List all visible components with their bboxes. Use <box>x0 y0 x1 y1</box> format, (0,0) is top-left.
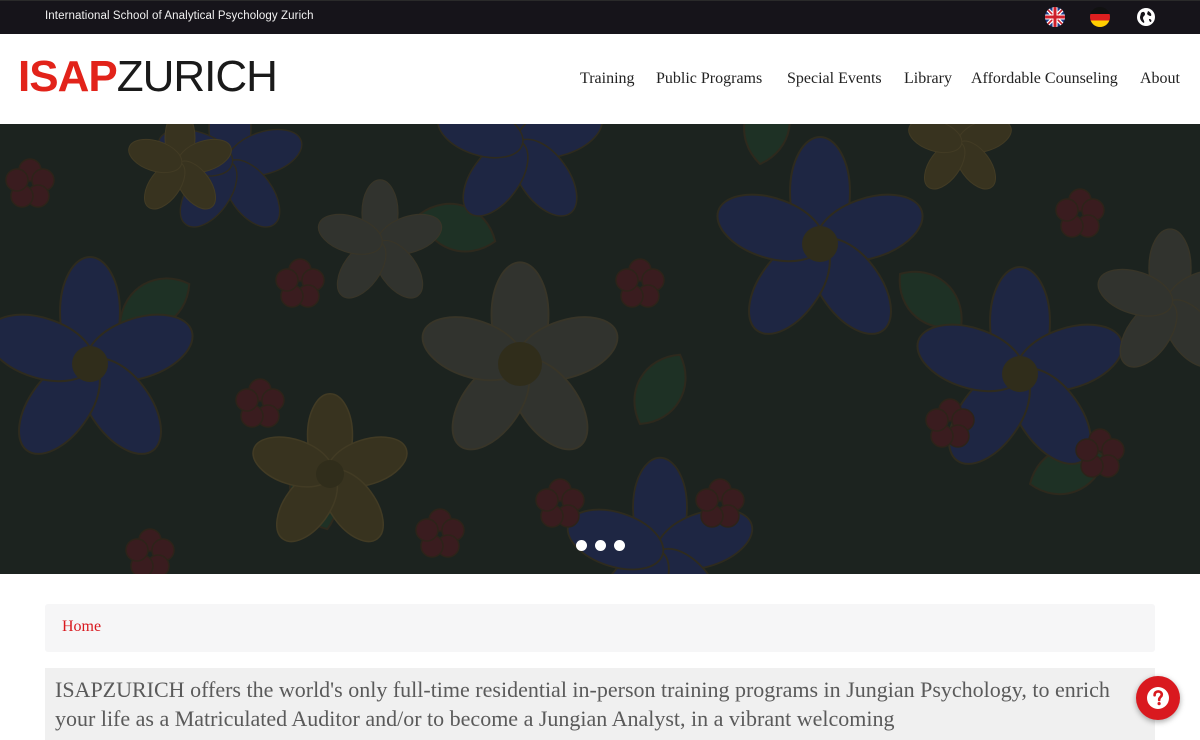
nav-library[interactable]: Library <box>904 68 952 90</box>
uk-flag-icon[interactable] <box>1045 7 1065 27</box>
carousel-dot-1[interactable] <box>576 540 587 551</box>
nav-public-programs[interactable]: Public Programs <box>656 68 762 90</box>
nav-special-events[interactable]: Special Events <box>787 68 882 90</box>
germany-flag-icon[interactable] <box>1090 7 1110 27</box>
breadcrumb: Home <box>45 604 1155 652</box>
carousel-dot-2[interactable] <box>595 540 606 551</box>
hero-floral-image <box>0 124 1200 574</box>
breadcrumb-home[interactable]: Home <box>62 618 101 636</box>
carousel-indicators <box>0 540 1200 552</box>
hero-carousel[interactable] <box>0 124 1200 574</box>
intro-text: ISAPZURICH offers the world's only full-… <box>55 677 1110 731</box>
globe-icon[interactable] <box>1136 7 1156 27</box>
intro-section: ISAPZURICH offers the world's only full-… <box>45 668 1155 740</box>
top-bar: International School of Analytical Psych… <box>0 0 1200 34</box>
help-button[interactable] <box>1136 676 1180 720</box>
question-icon <box>1147 687 1169 709</box>
site-header: ISAPZURICH Training Public Programs Spec… <box>0 34 1200 124</box>
main-nav: Training Public Programs Special Events … <box>0 68 1200 90</box>
carousel-dot-3[interactable] <box>614 540 625 551</box>
nav-about[interactable]: About <box>1140 68 1180 90</box>
nav-affordable-counseling[interactable]: Affordable Counseling <box>971 68 1118 90</box>
school-name: International School of Analytical Psych… <box>45 10 314 22</box>
nav-training[interactable]: Training <box>580 68 635 90</box>
